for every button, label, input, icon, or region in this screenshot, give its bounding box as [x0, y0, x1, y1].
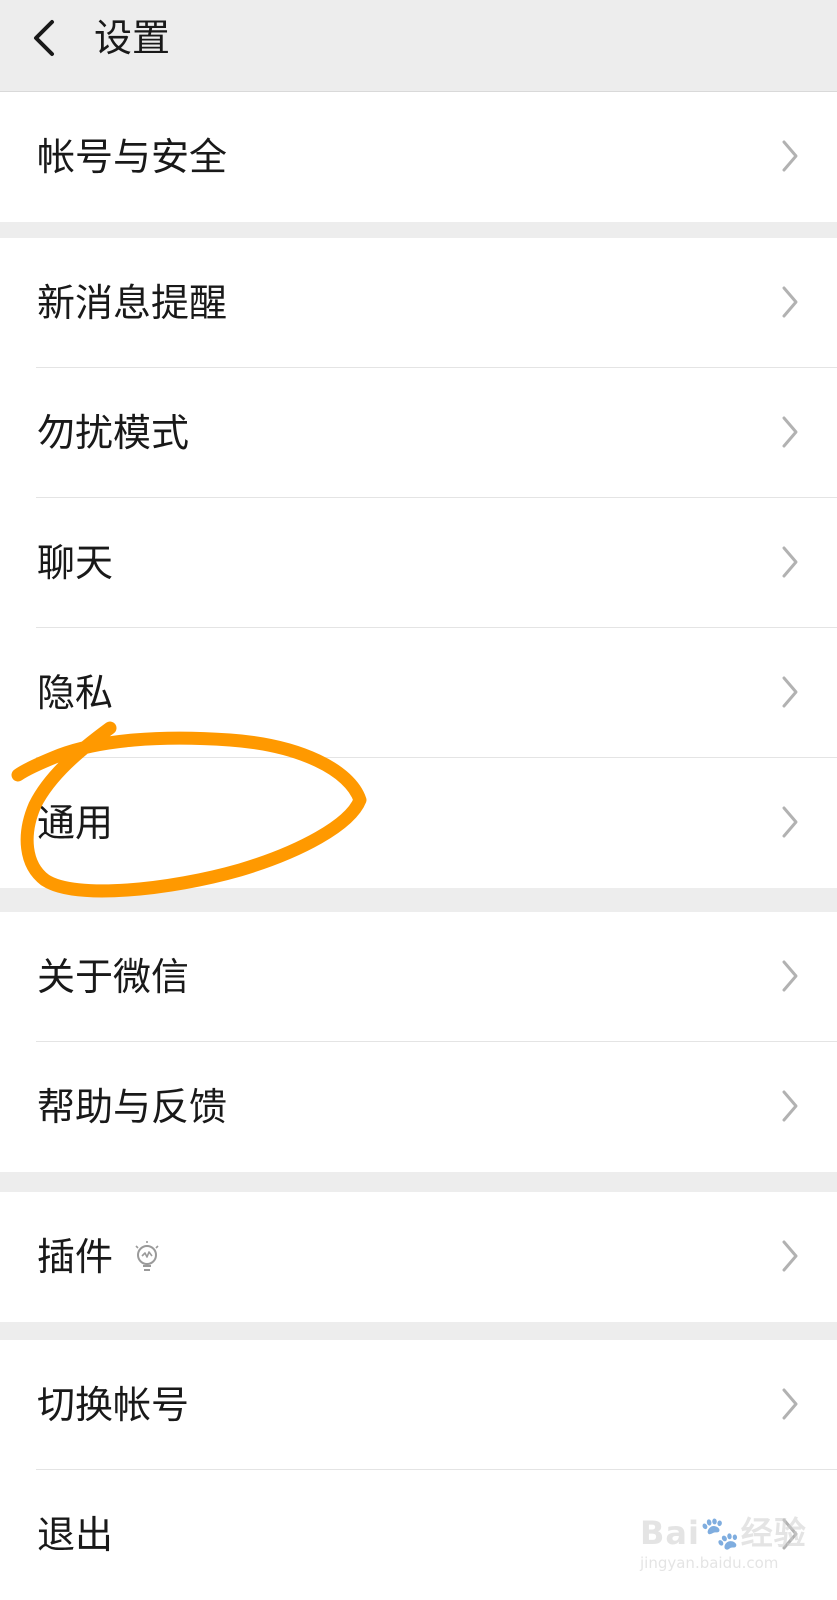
lightbulb-icon: [135, 1241, 159, 1271]
settings-item-do-not-disturb[interactable]: 勿扰模式: [0, 368, 837, 498]
chevron-left-icon: [34, 20, 54, 56]
settings-item-label: 插件: [37, 1235, 114, 1279]
nav-bar: 设置: [0, 0, 837, 92]
settings-item-label: 切换帐号: [37, 1383, 190, 1427]
settings-group-account-actions: 切换帐号 退出: [0, 1340, 837, 1600]
settings-item-label: 退出: [37, 1513, 114, 1557]
settings-item-label: 聊天: [37, 541, 114, 585]
settings-item-label: 通用: [37, 801, 114, 845]
chevron-right-icon: [782, 416, 798, 448]
page-title: 设置: [94, 16, 171, 60]
back-button[interactable]: [28, 14, 64, 62]
chevron-right-icon: [782, 1090, 798, 1122]
settings-item-switch-account[interactable]: 切换帐号: [0, 1340, 837, 1470]
settings-group-main: 新消息提醒 勿扰模式 聊天 隐私 通用: [0, 238, 837, 888]
settings-group-plugins: 插件: [0, 1192, 837, 1322]
chevron-right-icon: [782, 1388, 798, 1420]
settings-item-label: 勿扰模式: [37, 411, 190, 455]
chevron-right-icon: [782, 960, 798, 992]
settings-item-log-out[interactable]: 退出: [0, 1470, 837, 1600]
settings-item-notifications[interactable]: 新消息提醒: [0, 238, 837, 368]
chevron-right-icon: [782, 140, 798, 172]
chevron-right-icon: [782, 1240, 798, 1272]
chevron-right-icon: [782, 286, 798, 318]
settings-group-about: 关于微信 帮助与反馈: [0, 912, 837, 1172]
settings-item-label: 隐私: [37, 671, 114, 715]
settings-item-chat[interactable]: 聊天: [0, 498, 837, 628]
settings-item-label: 帐号与安全: [37, 135, 228, 179]
chevron-right-icon: [782, 546, 798, 578]
chevron-right-icon: [782, 1518, 798, 1550]
settings-item-help-feedback[interactable]: 帮助与反馈: [0, 1042, 837, 1172]
settings-item-label: 新消息提醒: [37, 281, 228, 325]
settings-item-account-security[interactable]: 帐号与安全: [0, 92, 837, 222]
settings-group-account: 帐号与安全: [0, 92, 837, 222]
settings-item-general[interactable]: 通用: [0, 758, 837, 888]
settings-item-privacy[interactable]: 隐私: [0, 628, 837, 758]
settings-item-about-wechat[interactable]: 关于微信: [0, 912, 837, 1042]
chevron-right-icon: [782, 676, 798, 708]
chevron-right-icon: [782, 806, 798, 838]
settings-item-label: 帮助与反馈: [37, 1085, 228, 1129]
settings-item-plugins[interactable]: 插件: [0, 1192, 837, 1322]
settings-item-label: 关于微信: [37, 955, 190, 999]
